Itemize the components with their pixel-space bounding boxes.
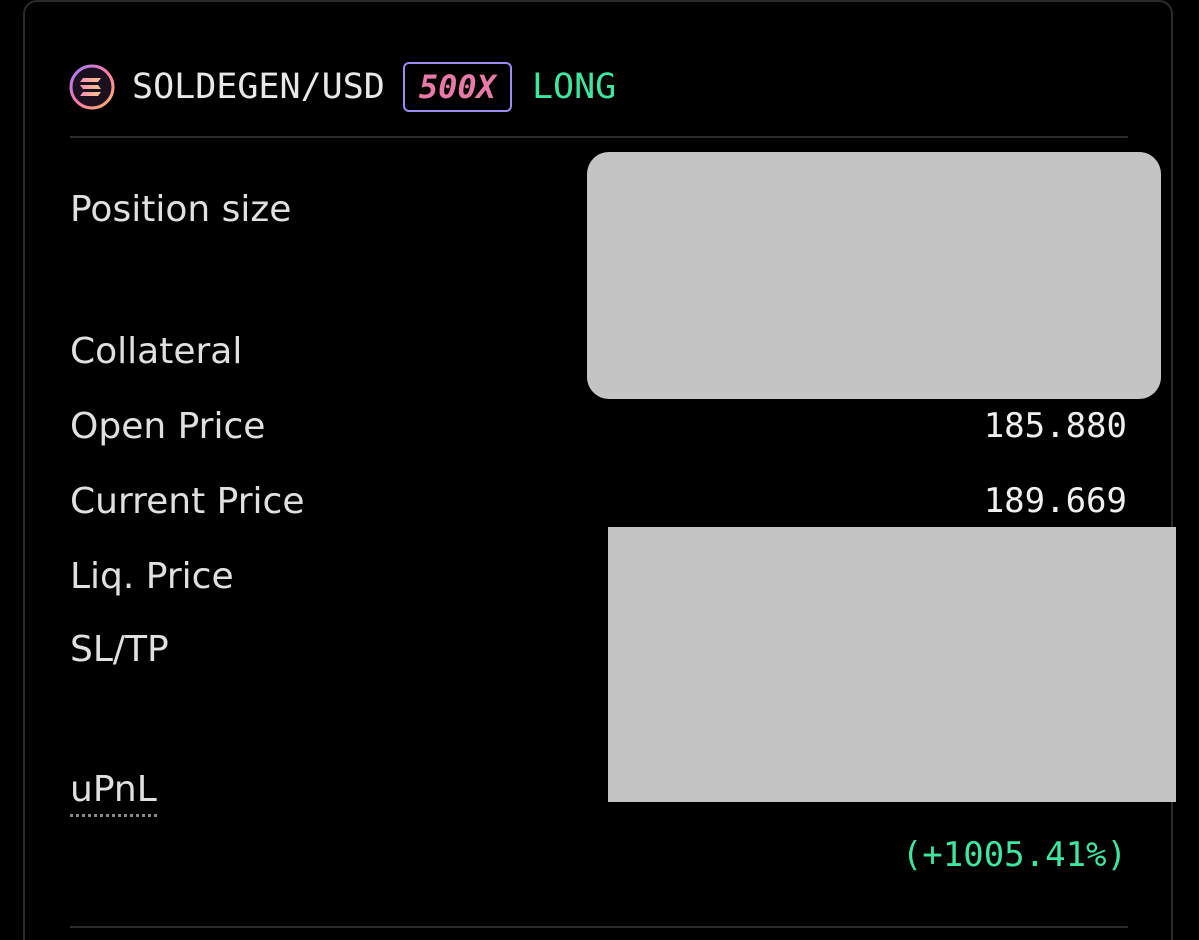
solana-icon [69, 64, 115, 110]
upnl-label[interactable]: uPnL [70, 769, 157, 817]
redaction-box [587, 152, 1161, 399]
pair-name: SOLDEGEN/USD [132, 67, 385, 107]
current-price-label: Current Price [70, 481, 305, 522]
liq-price-label: Liq. Price [70, 556, 234, 597]
collateral-label: Collateral [70, 331, 243, 372]
position-header: SOLDEGEN/USD 500X LONG [68, 60, 616, 114]
current-price-value: 189.669 [983, 481, 1127, 521]
footer-divider [70, 926, 1128, 928]
position-page: SOLDEGEN/USD 500X LONG Position size Col… [0, 0, 1199, 940]
upnl-label-text: uPnL [70, 769, 157, 817]
open-price-label: Open Price [70, 406, 266, 447]
leverage-badge: 500X [402, 62, 512, 112]
sl-tp-label: SL/TP [70, 629, 169, 670]
upnl-percent: (+1005.41%) [901, 835, 1127, 875]
redaction-box [608, 527, 1176, 802]
header-divider [70, 136, 1128, 138]
side-badge: LONG [531, 67, 617, 107]
position-size-label: Position size [70, 189, 292, 230]
open-price-value: 185.880 [983, 406, 1127, 446]
